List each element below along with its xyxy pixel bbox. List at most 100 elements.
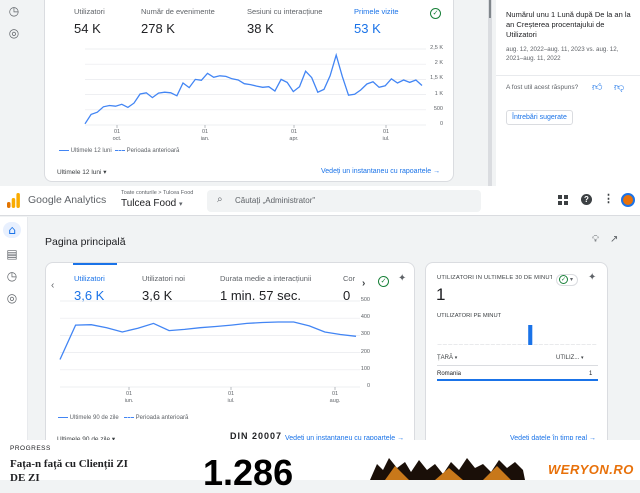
main-chart-y-tick-label: 100	[360, 365, 370, 372]
per-minute-bar	[576, 344, 581, 345]
top-chart-y-tick-label: 2,5 K	[430, 45, 443, 51]
table-divider	[437, 365, 598, 366]
per-minute-bar	[544, 344, 549, 345]
per-minute-bar	[506, 344, 511, 345]
per-minute-bar	[442, 344, 447, 345]
banner-headline[interactable]: Fața-n față cu Clienții ZI	[10, 458, 128, 470]
scrollbar-track[interactable]	[488, 0, 492, 186]
left-nav: ⌂ ▤ ◷ ◎	[0, 217, 28, 440]
scrollbar-thumb[interactable]	[489, 0, 491, 18]
per-minute-bar	[464, 344, 469, 345]
legend-current: Ultimele 12 luni	[59, 148, 112, 154]
search-icon: ⌕	[217, 194, 223, 205]
explore-icon[interactable]: ◷	[5, 269, 19, 283]
legend-current: Ultimele 90 de zile	[58, 415, 119, 421]
country-cell: Romania	[437, 371, 462, 377]
per-minute-bar	[581, 344, 586, 345]
thumbs-up-icon[interactable]: 👍︎	[592, 81, 602, 93]
banner-headline-2[interactable]: DE ZI	[10, 472, 40, 484]
banner-label: PROGRESS	[10, 445, 51, 452]
caret-down-icon: ▾	[179, 201, 183, 208]
per-minute-bar	[554, 344, 559, 345]
insights-panel: Numărul unu 1 Lună după De la an la an C…	[496, 0, 640, 186]
suggested-questions-button[interactable]: Întrebări sugerate	[506, 110, 573, 125]
table-header-country[interactable]: ȚARĂ ▾	[437, 355, 457, 361]
home-icon[interactable]: ⌂	[5, 223, 19, 237]
per-minute-bar	[549, 344, 554, 345]
top-chart-x-tick-label: 01 oct.	[112, 129, 122, 142]
crowd-silhouette-icon	[370, 458, 525, 480]
per-minute-bar	[517, 344, 522, 345]
per-minute-bar	[501, 344, 506, 345]
per-minute-bar	[480, 344, 485, 345]
analytics-logo-icon[interactable]	[7, 193, 20, 208]
main-chart-y-tick-label: 500	[360, 297, 370, 303]
app-name: Google Analytics	[28, 194, 107, 206]
insight-date: aug. 12, 2022–aug. 11, 2023 vs. aug. 12,…	[506, 46, 619, 62]
help-icon[interactable]: ?	[581, 194, 592, 205]
legend-previous: Perioada anterioară	[124, 415, 188, 421]
main-chart-x-ticks	[128, 387, 336, 390]
overview-card-top: Utilizatori 54 K Număr de evenimente 278…	[44, 0, 454, 182]
overview-card: ‹ Utilizatori 3,6 K Utilizatori noi 3,6 …	[45, 262, 415, 452]
insight-text: Numărul unu 1 Lună după De la an la an C…	[506, 10, 631, 39]
caret-down-icon: ▾	[103, 169, 107, 176]
arrow-right-icon: →	[433, 168, 441, 175]
main-chart-grid	[60, 300, 360, 388]
top-chart-x-ticks	[116, 125, 387, 128]
banner-big-number: 1.286	[203, 452, 294, 493]
date-range-dropdown-top[interactable]: Ultimele 12 luni ▾	[57, 168, 107, 176]
per-minute-bar	[437, 344, 442, 345]
per-minute-bar	[496, 344, 501, 345]
reports-icon[interactable]: ▤	[5, 247, 19, 261]
property-selector[interactable]: Tulcea Food ▾	[121, 198, 183, 209]
per-minute-bar	[528, 325, 533, 345]
explore-icon[interactable]: ◷	[7, 4, 21, 18]
more-vert-icon[interactable]: ⋮	[603, 192, 614, 205]
top-chart-y-tick-label: 1,5 K	[430, 75, 443, 82]
main-chart-series-line	[59, 321, 357, 360]
per-minute-bar	[560, 344, 565, 345]
main-chart-y-tick-label: 200	[360, 348, 370, 355]
table-header-users[interactable]: UTILIZ... ▾	[556, 355, 584, 361]
search-box[interactable]: ⌕ Căutați „Administrator"	[207, 190, 481, 212]
per-minute-bar	[469, 344, 474, 345]
lightbulb-icon[interactable]: 💡︎	[592, 234, 599, 245]
per-minute-bar	[490, 344, 495, 345]
per-minute-bar	[592, 344, 597, 345]
advertising-icon[interactable]: ◎	[7, 26, 21, 40]
per-minute-bar	[522, 344, 527, 345]
news-banner: PROGRESS Fața-n față cu Clienții ZI DE Z…	[0, 431, 640, 491]
top-chart-x-tick-label: 01 apr.	[289, 129, 299, 142]
main-chart-x-tick-label: 01 iun.	[124, 391, 134, 404]
search-placeholder: Căutați „Administrator"	[235, 196, 316, 205]
top-chart-y-tick-label: 500	[433, 105, 443, 112]
per-minute-bar	[586, 344, 591, 345]
thumbs-down-icon[interactable]: 👎︎	[614, 81, 624, 93]
divider	[496, 75, 640, 76]
feedback-question: A fost util acest răspuns?	[506, 84, 579, 91]
banner-logo[interactable]: WERYON.RO	[548, 462, 634, 477]
top-chart-series-line	[84, 52, 423, 125]
top-chart-y-tick-label: 2 K	[434, 60, 443, 67]
breadcrumb[interactable]: Toate conturile > Tulcea Food	[121, 190, 193, 196]
left-rail-top: ◷ ◎	[0, 0, 28, 186]
app-header: Google Analytics Toate conturile > Tulce…	[0, 186, 640, 216]
top-chart-y-tick-label: 1 K	[434, 90, 443, 97]
advertising-icon[interactable]: ◎	[5, 291, 19, 305]
per-minute-bar	[533, 344, 538, 345]
trend-icon[interactable]: ↗	[610, 234, 618, 245]
snapshot-link-top[interactable]: Vedeți un instantaneu cu rapoartele →	[321, 168, 440, 175]
avatar[interactable]	[621, 193, 635, 207]
main-chart-y-tick-label: 0	[366, 383, 370, 389]
apps-grid-icon[interactable]	[558, 195, 569, 206]
page-title: Pagina principală	[45, 236, 126, 248]
main-chart-x-tick-label: 01 aug.	[329, 391, 341, 404]
top-chart	[84, 48, 426, 128]
previous-view: ◷ ◎ Utilizatori 54 K Număr de evenimente…	[0, 0, 640, 186]
legend-previous: Perioada anterioară	[115, 148, 179, 154]
users-cell: 1	[589, 371, 593, 377]
per-minute-bar	[458, 344, 463, 345]
top-chart-x-tick-label: 01 iul.	[382, 129, 390, 142]
main-chart-x-tick-label: 01 iul.	[227, 391, 235, 404]
